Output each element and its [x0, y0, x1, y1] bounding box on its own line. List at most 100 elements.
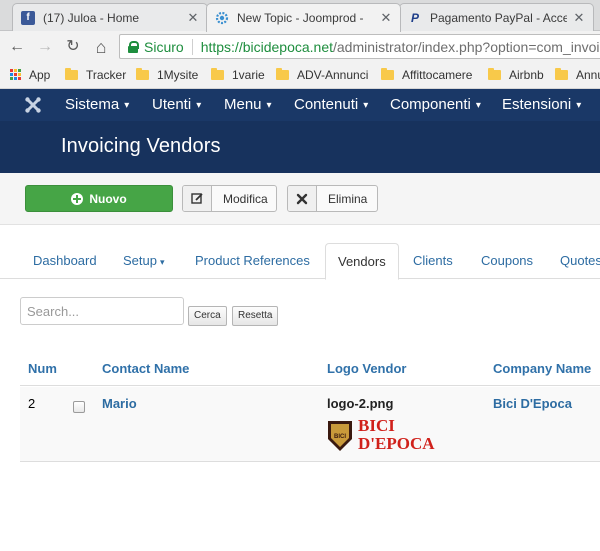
close-icon[interactable]: ✕ — [187, 10, 199, 26]
edit-button-label: Modifica — [223, 191, 268, 206]
column-header-num[interactable]: Num — [28, 361, 57, 376]
search-button[interactable]: Cerca — [188, 306, 227, 326]
component-tabs: Dashboard Setup ▾ Product References Vend… — [0, 243, 600, 280]
tab-coupons[interactable]: Coupons — [481, 243, 533, 279]
url-host: https://bicidepoca.net — [200, 38, 333, 55]
menu-estensioni[interactable]: Estensioni ▾ — [502, 96, 581, 113]
apps-grid-icon — [10, 69, 22, 81]
page-header: Invoicing Vendors — [0, 121, 600, 173]
logo-text-line2: D'EPOCA — [358, 434, 435, 453]
logo-text-line1: BICI — [358, 416, 395, 435]
bookmark-adv-annunci[interactable]: ADV-Annunci — [276, 68, 368, 82]
menu-label: Contenuti — [294, 96, 359, 113]
folder-icon — [555, 68, 568, 80]
tab-label: Setup — [123, 253, 157, 268]
bookmark-label: 1Mysite — [157, 68, 199, 82]
bookmark-affittocamere[interactable]: Affittocamere — [381, 68, 472, 82]
company-name-link[interactable]: Bici D'Epoca — [493, 396, 572, 411]
joomla-gear-icon — [215, 11, 229, 25]
bookmark-airbnb[interactable]: Airbnb — [488, 68, 544, 82]
joomla-logo-icon[interactable] — [24, 96, 42, 114]
bookmark-label: Affittocamere — [402, 68, 473, 82]
menu-label: Menu — [224, 96, 262, 113]
browser-window: f (17) Juloa - Home ✕ New Topic - Joompr… — [0, 0, 600, 551]
vendor-logo-image: BICI BICI D'EPOCA — [328, 416, 435, 453]
bookmark-label: 1varie — [232, 68, 265, 82]
bookmark-1mysite[interactable]: 1Mysite — [136, 68, 198, 82]
bookmark-label: ADV-Annunci — [297, 68, 369, 82]
home-icon[interactable]: ⌂ — [90, 36, 112, 58]
contact-name-link[interactable]: Mario — [102, 396, 137, 411]
caret-down-icon: ▾ — [266, 100, 272, 111]
caret-down-icon: ▾ — [196, 100, 202, 111]
menu-contenuti[interactable]: Contenuti ▾ — [294, 96, 368, 113]
reset-button[interactable]: Resetta — [232, 306, 279, 326]
row-checkbox[interactable] — [73, 401, 85, 413]
folder-icon — [276, 68, 289, 80]
delete-button-label: Elimina — [328, 191, 368, 206]
action-toolbar: Nuovo Modifica Elimina — [0, 173, 600, 225]
column-header-company-name[interactable]: Company Name — [493, 361, 591, 376]
back-icon[interactable]: ← — [6, 36, 28, 58]
close-icon[interactable]: ✕ — [573, 10, 585, 26]
new-button[interactable]: Nuovo — [25, 185, 173, 212]
tab-clients[interactable]: Clients — [413, 243, 453, 279]
address-bar[interactable]: Sicuro https://bicidepoca.net/administra… — [119, 34, 600, 59]
tab-product-references[interactable]: Product References — [195, 243, 310, 279]
bookmark-apps[interactable]: App — [10, 68, 50, 82]
delete-button[interactable]: Elimina — [287, 185, 378, 212]
browser-tab-joomprod[interactable]: New Topic - Joomprod - ✕ — [206, 3, 401, 32]
tab-quotes[interactable]: Quotes — [560, 243, 600, 279]
column-header-contact-name[interactable]: Contact Name — [102, 361, 189, 376]
menu-sistema[interactable]: Sistema ▾ — [65, 96, 129, 113]
logo-filename: logo-2.png — [327, 396, 394, 411]
menu-label: Estensioni — [502, 96, 572, 113]
table-header: Num Contact Name Logo Vendor Company Nam… — [20, 354, 600, 386]
browser-tab-title: (17) Juloa - Home — [43, 10, 140, 25]
paypal-icon: P — [410, 10, 419, 25]
folder-icon — [381, 68, 394, 80]
url-path: /administrator/index.php?option=com_invo… — [333, 38, 600, 55]
caret-down-icon: ▾ — [159, 257, 165, 267]
menu-utenti[interactable]: Utenti ▾ — [152, 96, 201, 113]
page-title: Invoicing Vendors — [61, 135, 221, 157]
facebook-icon: f — [21, 10, 35, 25]
edit-icon — [183, 186, 212, 211]
bookmark-annunci[interactable]: Annunci — [555, 68, 600, 82]
bookmark-1varie[interactable]: 1varie — [211, 68, 265, 82]
caret-down-icon: ▾ — [363, 100, 369, 111]
bookmark-label: App — [29, 68, 51, 82]
tab-dashboard[interactable]: Dashboard — [33, 243, 97, 279]
logo-badge-text: BICI — [334, 434, 346, 440]
table-row: 2 Mario logo-2.png Bici D'Epoca BICI BIC… — [20, 387, 600, 462]
row-num: 2 — [28, 396, 36, 411]
reload-icon[interactable]: ↻ — [62, 36, 84, 58]
browser-toolbar: ← → ↻ ⌂ Sicuro https://bicidepoca.net/ad… — [0, 31, 600, 62]
browser-tab-title: Pagamento PayPal - Acce — [430, 10, 567, 25]
search-input[interactable] — [20, 297, 184, 325]
browser-tab-paypal[interactable]: P Pagamento PayPal - Acce ✕ — [399, 3, 594, 31]
lock-icon — [128, 40, 139, 53]
secure-label: Sicuro — [144, 38, 184, 55]
joomla-top-menu: Sistema ▾ Utenti ▾ Menu ▾ Contenuti ▾ Compon… — [0, 89, 600, 121]
plus-circle-icon — [71, 192, 84, 205]
address-separator — [191, 38, 193, 55]
forward-icon[interactable]: → — [34, 36, 56, 58]
bookmarks-bar: App Tracker 1Mysite 1varie ADV-Annunci A… — [0, 62, 600, 89]
bookmark-tracker[interactable]: Tracker — [65, 68, 126, 82]
folder-icon — [65, 68, 78, 80]
column-header-logo-vendor[interactable]: Logo Vendor — [327, 361, 406, 376]
menu-label: Componenti — [390, 96, 471, 113]
bookmark-label: Annunci — [576, 68, 600, 82]
tab-setup[interactable]: Setup ▾ — [123, 243, 165, 279]
menu-componenti[interactable]: Componenti ▾ — [390, 96, 481, 113]
bookmark-label: Airbnb — [509, 68, 544, 82]
close-icon[interactable]: ✕ — [380, 10, 392, 26]
menu-label: Sistema — [65, 96, 120, 113]
tab-vendors[interactable]: Vendors — [325, 243, 399, 280]
menu-menu[interactable]: Menu ▾ — [224, 96, 272, 113]
delete-x-icon — [288, 186, 317, 211]
edit-button[interactable]: Modifica — [182, 185, 277, 212]
browser-tab-strip: f (17) Juloa - Home ✕ New Topic - Joompr… — [0, 0, 600, 32]
browser-tab-facebook[interactable]: f (17) Juloa - Home ✕ — [12, 3, 208, 31]
